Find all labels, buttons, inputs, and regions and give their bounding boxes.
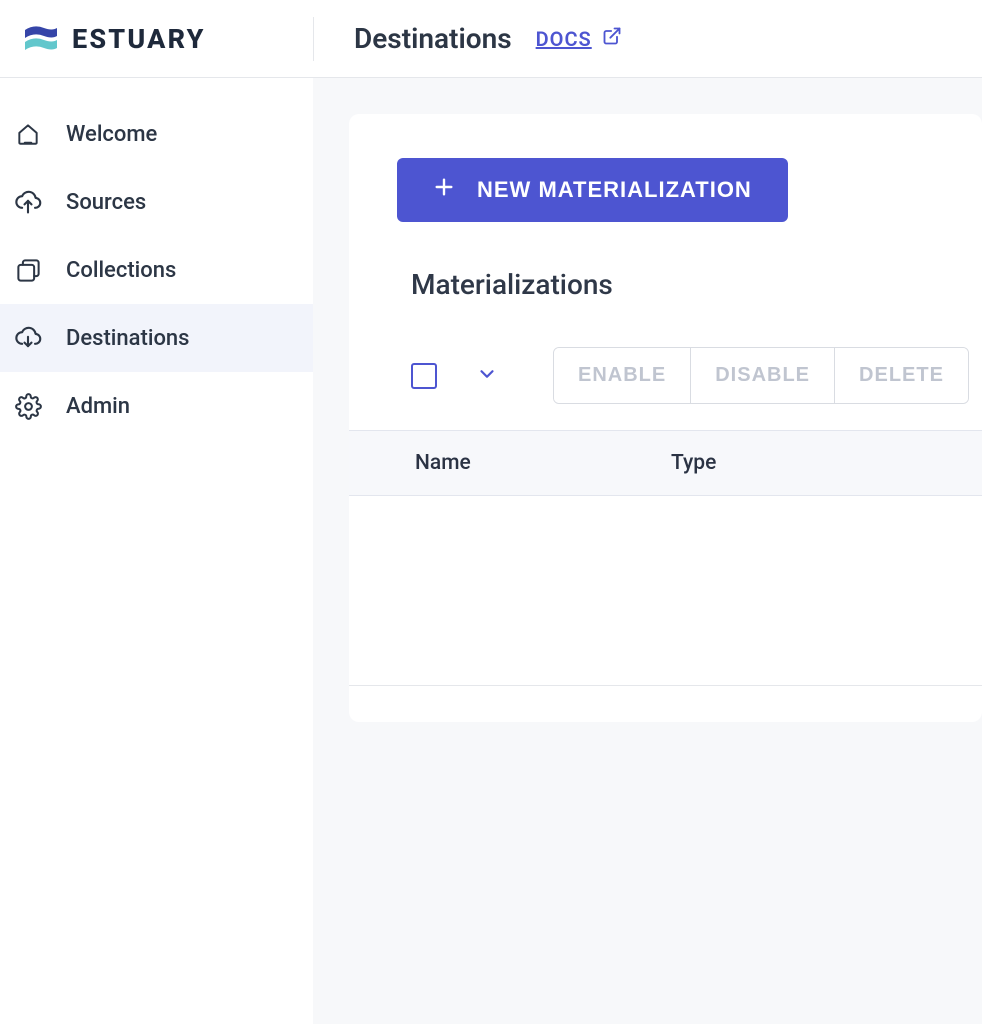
plus-icon (433, 176, 455, 204)
main-content: NEW MATERIALIZATION Materializations ENA… (313, 78, 982, 1024)
gear-icon (14, 392, 42, 420)
sidebar-item-label: Welcome (66, 122, 157, 147)
column-header-name[interactable]: Name (415, 451, 671, 475)
cloud-upload-icon (14, 188, 42, 216)
docs-link[interactable]: DOCS (536, 26, 622, 51)
new-materialization-button[interactable]: NEW MATERIALIZATION (397, 158, 788, 222)
table-toolbar: ENABLE DISABLE DELETE (397, 347, 982, 404)
sidebar-item-sources[interactable]: Sources (0, 168, 313, 236)
page-title: Destinations (354, 22, 512, 55)
delete-button[interactable]: DELETE (835, 348, 968, 403)
sidebar-item-destinations[interactable]: Destinations (0, 304, 313, 372)
sidebar-item-label: Destinations (66, 326, 190, 351)
table-header: Name Type (349, 430, 982, 496)
sidebar-item-collections[interactable]: Collections (0, 236, 313, 304)
logo[interactable]: ESTUARY (0, 0, 313, 77)
table-empty-body (349, 496, 982, 686)
collections-icon (14, 256, 42, 284)
select-dropdown-toggle[interactable] (473, 362, 501, 390)
sidebar-item-admin[interactable]: Admin (0, 372, 313, 440)
cloud-download-icon (14, 324, 42, 352)
new-button-label: NEW MATERIALIZATION (477, 177, 752, 203)
logo-text: ESTUARY (72, 23, 206, 55)
sidebar-item-label: Admin (66, 394, 130, 419)
disable-button[interactable]: DISABLE (691, 348, 835, 403)
chevron-down-icon (476, 363, 498, 389)
docs-link-label: DOCS (536, 27, 592, 51)
sidebar-item-label: Sources (66, 190, 146, 215)
enable-button[interactable]: ENABLE (554, 348, 691, 403)
action-button-group: ENABLE DISABLE DELETE (553, 347, 969, 404)
content-card: NEW MATERIALIZATION Materializations ENA… (349, 114, 982, 722)
sidebar-item-label: Collections (66, 258, 176, 283)
topbar: ESTUARY Destinations DOCS (0, 0, 982, 78)
materializations-table: Name Type (349, 430, 982, 686)
section-title: Materializations (397, 268, 982, 301)
home-icon (14, 120, 42, 148)
logo-mark-icon (22, 20, 60, 58)
sidebar-item-welcome[interactable]: Welcome (0, 100, 313, 168)
external-link-icon (602, 26, 622, 51)
column-header-type[interactable]: Type (671, 451, 716, 475)
select-all-checkbox[interactable] (411, 363, 437, 389)
sidebar: Welcome Sources Collections (0, 78, 313, 1024)
page-header: Destinations DOCS (313, 17, 622, 61)
